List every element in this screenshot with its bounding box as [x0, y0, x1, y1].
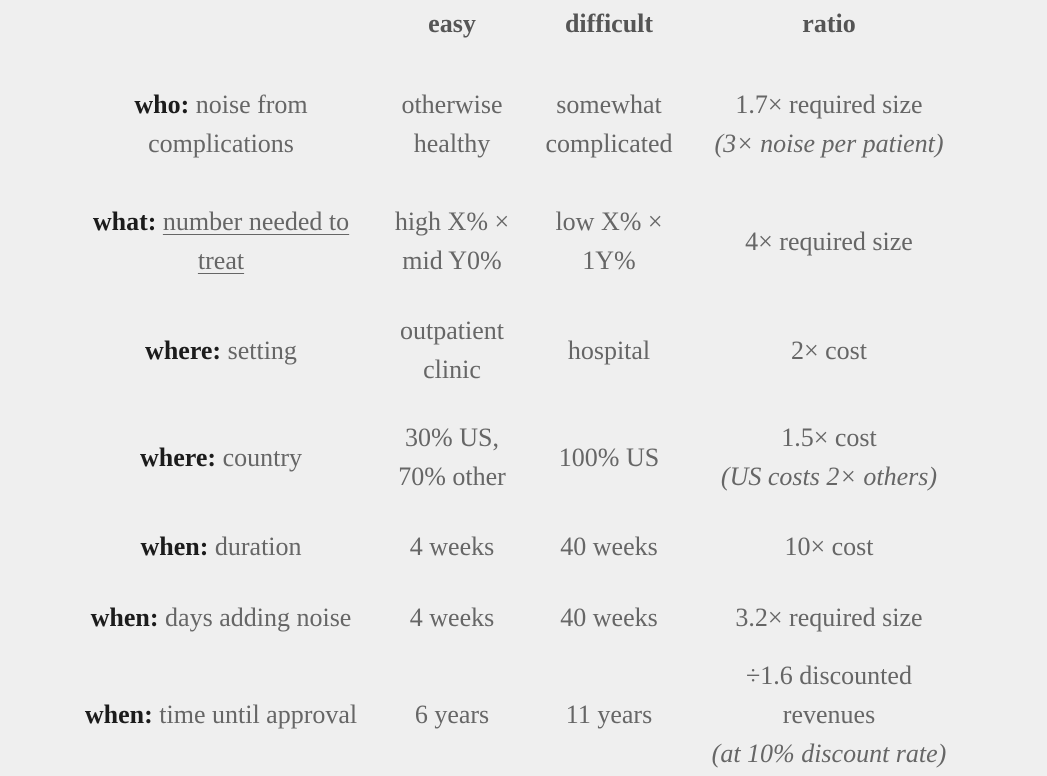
easy-cell: 30% US, 70% other — [376, 404, 528, 510]
row-key: when: — [90, 602, 159, 632]
table-row: when: days adding noise 4 weeks 40 weeks… — [66, 582, 968, 652]
ratio-cell: 4× required size — [690, 186, 968, 296]
row-label-text: duration — [214, 531, 302, 561]
ratio-cell: 3.2× required size — [690, 582, 968, 652]
row-key: where: — [140, 442, 217, 472]
number-needed-to-treat-link[interactable]: number needed to treat — [163, 207, 349, 275]
row-label: when: duration — [66, 510, 376, 582]
row-label: where: country — [66, 404, 376, 510]
table-row: what: number needed to treat high X% × m… — [66, 186, 968, 296]
difficult-cell: 100% US — [558, 442, 660, 472]
row-label: what: number needed to treat — [66, 186, 376, 296]
ratio-cell: 10× cost — [690, 510, 968, 582]
ratio-value: ÷1.6 discounted revenues — [746, 660, 912, 729]
header-row: easy difficult ratio — [66, 0, 968, 52]
row-key: when: — [84, 699, 153, 729]
easy-cell: outpatient clinic — [376, 296, 528, 404]
ratio-cell: 1.7× required size (3× noise per patient… — [690, 52, 968, 186]
difficult-cell: somewhat complicated — [545, 90, 673, 158]
ratio-value: 10× cost — [784, 531, 874, 561]
table-row: when: duration 4 weeks 40 weeks 10× cost — [66, 510, 968, 582]
row-label: when: time until approval — [66, 652, 376, 776]
row-key: who: — [134, 90, 190, 119]
difficult-cell: hospital — [567, 335, 651, 365]
row-label-text: setting — [227, 335, 297, 365]
row-label-text: time until approval — [159, 699, 358, 729]
row-label-text: country — [222, 442, 302, 472]
row-key: when: — [140, 531, 209, 561]
row-label: where: setting — [66, 296, 376, 404]
ratio-note: (US costs 2× others) — [720, 462, 938, 491]
difficult-cell: low X% × 1Y% — [555, 207, 663, 275]
ratio-note: (at 10% discount rate) — [711, 738, 947, 768]
table-row: when: time until approval 6 years 11 yea… — [66, 652, 968, 776]
row-label: who: noise from complications — [66, 52, 376, 186]
table-row: who: noise from complications otherwise … — [66, 52, 968, 186]
easy-cell: 6 years — [414, 699, 490, 729]
ratio-value: 1.5× cost — [781, 423, 877, 452]
easy-cell: otherwise healthy — [401, 90, 503, 158]
header-ratio: ratio — [802, 9, 856, 38]
ratio-value: 2× cost — [790, 335, 868, 365]
row-key: what: — [92, 207, 157, 236]
difficult-cell: 11 years — [565, 699, 653, 729]
difficult-cell: 40 weeks — [560, 602, 658, 632]
easy-cell: high X% × mid Y0% — [394, 207, 510, 275]
row-label: when: days adding noise — [66, 582, 376, 652]
comparison-table: easy difficult ratio who: noise from com… — [66, 0, 968, 776]
easy-cell: 4 weeks — [409, 602, 495, 632]
easy-value: 30% US, 70% other — [398, 423, 506, 491]
header-easy: easy — [428, 9, 476, 38]
ratio-cell: ÷1.6 discounted revenues (at 10% discoun… — [690, 652, 968, 776]
header-empty — [66, 0, 376, 52]
difficult-cell: 40 weeks — [560, 531, 658, 561]
row-label-text: days adding noise — [165, 602, 352, 632]
row-key: where: — [145, 335, 222, 365]
easy-value: outpatient clinic — [400, 316, 504, 384]
header-difficult: difficult — [564, 9, 654, 38]
ratio-value: 4× required size — [745, 226, 913, 256]
ratio-cell: 1.5× cost (US costs 2× others) — [690, 404, 968, 510]
ratio-note: (3× noise per patient) — [714, 129, 944, 158]
table-row: where: country 30% US, 70% other 100% US… — [66, 404, 968, 510]
ratio-value: 1.7× required size — [735, 90, 923, 119]
ratio-cell: 2× cost — [690, 296, 968, 404]
ratio-value: 3.2× required size — [735, 602, 923, 632]
easy-cell: 4 weeks — [409, 531, 495, 561]
table-row: where: setting outpatient clinic hospita… — [66, 296, 968, 404]
